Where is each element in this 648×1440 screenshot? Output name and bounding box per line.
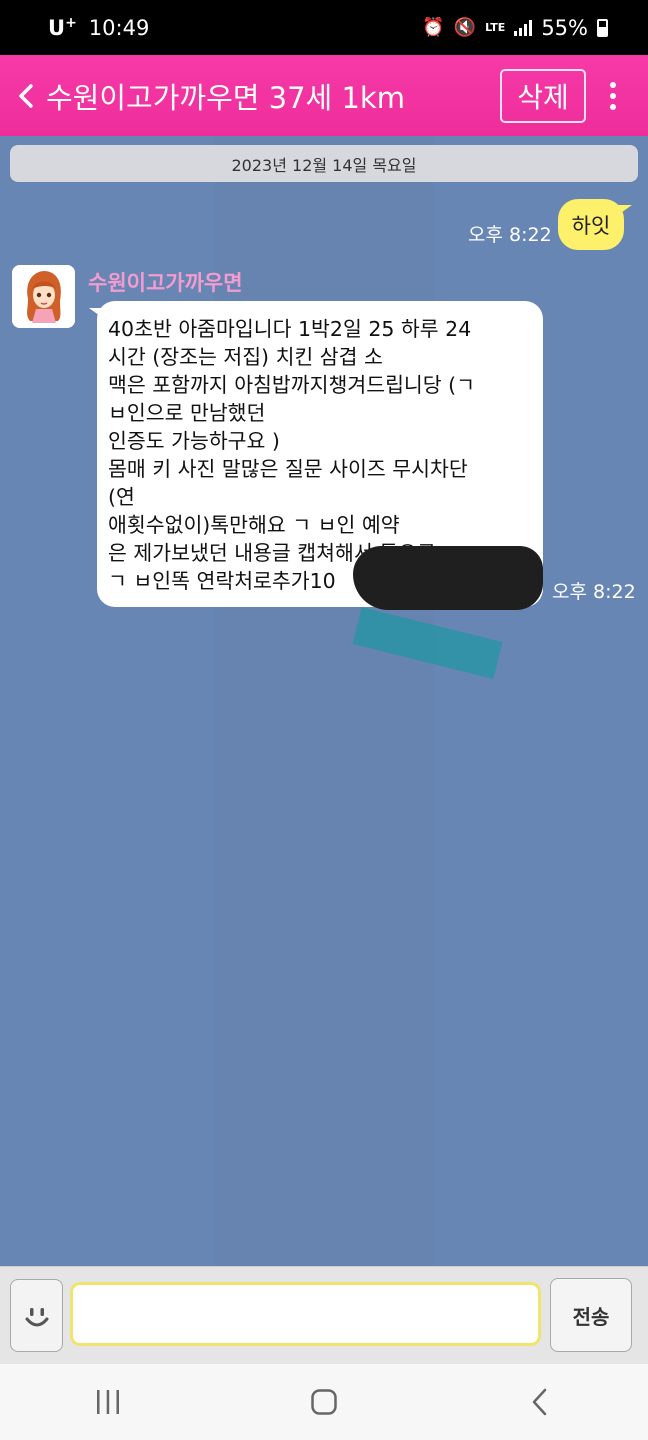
incoming-message-time: 오후 8:22 [552,581,636,603]
battery-percent: 55% [541,15,588,40]
chat-title: 수원이고가까우면 37세 1km [46,80,405,115]
home-icon[interactable] [294,1372,354,1432]
message-composer: 전송 [0,1266,648,1364]
carrier-label: U+ [48,15,77,40]
message-line: 애횟수없이)톡만해요 ㄱ ㅂ인 예약 [108,513,400,537]
system-nav-bar [0,1364,648,1440]
send-button[interactable]: 전송 [550,1278,632,1352]
chevron-left-icon[interactable] [6,55,46,136]
outgoing-message-time: 오후 8:22 [468,224,552,246]
message-input[interactable] [70,1282,541,1346]
message-line: (연 [108,485,135,509]
recents-icon[interactable] [78,1372,138,1432]
date-divider: 2023년 12월 14일 목요일 [10,145,638,182]
delete-button[interactable]: 삭제 [500,68,586,123]
back-icon[interactable] [510,1372,570,1432]
redaction-overlay [352,607,503,679]
sender-name: 수원이고가까우면 [88,271,243,295]
outgoing-message-text: 하잇 [571,213,611,238]
chat-header: 수원이고가까우면 37세 1km 삭제 [0,55,648,136]
message-line: 40초반 아줌마입니다 1박2일 25 하루 24 [108,317,472,341]
emoji-button[interactable] [10,1279,63,1352]
signal-icon [514,19,533,36]
message-line: 몸매 키 사진 말많은 질문 사이즈 무시차단 [108,457,468,481]
message-line: 인증도 가능하구요 ) [108,429,280,453]
mute-icon: 🔇 [453,17,477,38]
status-bar: U+ 10:49 ⏰ 🔇 LTE 55% [0,0,648,55]
more-vert-icon[interactable] [606,76,620,116]
chat-area[interactable]: 2023년 12월 14일 목요일 오후 8:22 하잇 수원이고가까우면 40… [0,136,648,1266]
battery-icon [597,18,608,37]
message-line: ㅂ인으로 만남했던 [108,401,266,425]
smiley-icon [25,1307,48,1326]
message-line: 시간 (장조는 저집) 치킨 삼겹 소 [108,345,383,369]
sender-avatar[interactable] [12,265,75,328]
outgoing-message-bubble[interactable]: 하잇 [558,199,632,250]
clock: 10:49 [88,15,150,40]
redaction-mark [353,546,543,610]
message-line: 맥은 포함까지 아침밥까지챙겨드립니당 (ㄱ [108,373,476,397]
lte-label: LTE [485,21,506,34]
alarm-icon: ⏰ [422,17,445,38]
